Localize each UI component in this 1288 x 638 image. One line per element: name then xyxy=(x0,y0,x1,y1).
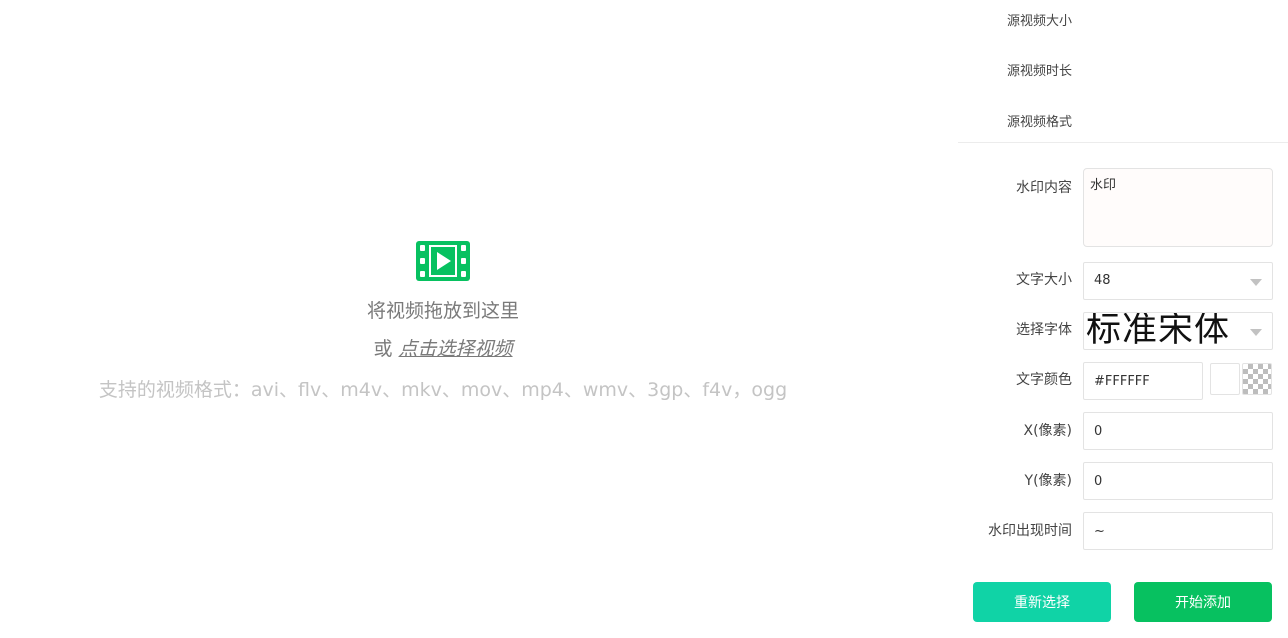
x-pixel-label: X(像素) xyxy=(1023,423,1072,439)
source-size-label: 源视频大小 xyxy=(1006,14,1072,29)
dropzone-title: 将视频拖放到这里 xyxy=(366,300,519,322)
font-select[interactable]: 标准宋体 xyxy=(1083,312,1273,350)
watermark-content-label: 水印内容 xyxy=(1016,180,1072,196)
video-dropzone[interactable]: 将视频拖放到这里 或 点击选择视频 支持的视频格式：avi、flv、m4v、mk… xyxy=(0,0,958,638)
text-size-select[interactable]: 48 xyxy=(1083,262,1273,300)
chevron-down-icon xyxy=(1250,329,1262,336)
font-preview-value: 标准宋体 xyxy=(1086,312,1231,350)
y-pixel-input[interactable] xyxy=(1083,462,1273,500)
or-text: 或 xyxy=(373,338,393,360)
text-size-value: 48 xyxy=(1094,273,1111,288)
color-swatch-transparent[interactable] xyxy=(1242,363,1272,395)
y-pixel-label: Y(像素) xyxy=(1024,473,1072,489)
start-add-button[interactable]: 开始添加 xyxy=(1134,582,1272,622)
text-size-label: 文字大小 xyxy=(1016,272,1072,288)
source-format-label: 源视频格式 xyxy=(1006,115,1072,130)
video-film-play-icon[interactable] xyxy=(415,240,471,282)
watermark-time-input[interactable] xyxy=(1083,512,1273,550)
x-pixel-input[interactable] xyxy=(1083,412,1273,450)
text-color-label: 文字颜色 xyxy=(1016,372,1072,388)
text-color-input[interactable] xyxy=(1083,362,1203,400)
divider xyxy=(958,142,1288,143)
app-root: 将视频拖放到这里 或 点击选择视频 支持的视频格式：avi、flv、m4v、mk… xyxy=(0,0,1288,638)
supported-formats-text: 支持的视频格式：avi、flv、m4v、mkv、mov、mp4、wmv、3gp、… xyxy=(98,379,788,401)
reselect-button[interactable]: 重新选择 xyxy=(973,582,1111,622)
select-video-link[interactable]: 点击选择视频 xyxy=(399,338,513,360)
font-select-label: 选择字体 xyxy=(1016,322,1072,338)
color-swatch-white[interactable] xyxy=(1210,363,1240,395)
chevron-down-icon xyxy=(1250,279,1262,286)
settings-panel: 源视频大小 源视频时长 源视频格式 水印内容 水印 文字大小 48 选择字体 标… xyxy=(958,0,1288,638)
dropzone-or-line: 或 点击选择视频 xyxy=(0,336,886,362)
source-duration-label: 源视频时长 xyxy=(1006,64,1072,79)
watermark-time-label: 水印出现时间 xyxy=(988,523,1072,539)
watermark-content-input[interactable]: 水印 xyxy=(1083,168,1273,247)
